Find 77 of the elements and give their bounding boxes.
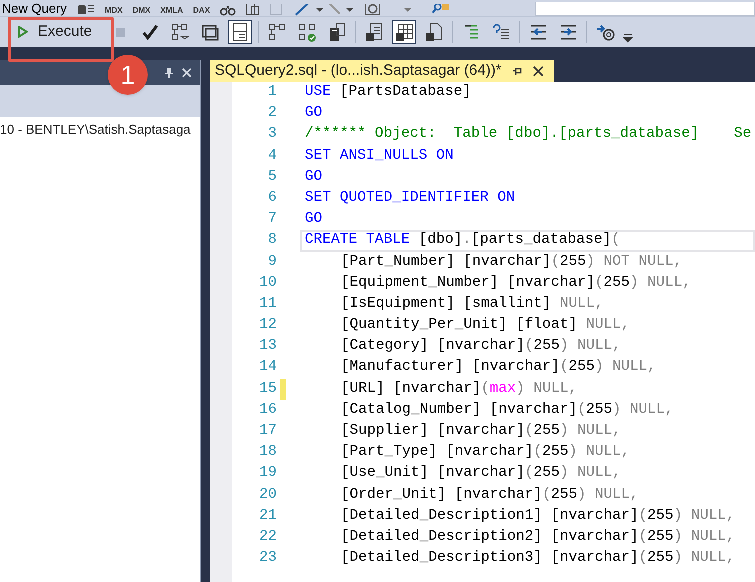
line-number: 14 [258,358,277,378]
query-type-button[interactable]: MDX [105,6,123,15]
query-plan-icon [170,22,190,42]
connection-label: 10 - BENTLEY\Satish.Saptasaga [0,122,191,137]
code-line: [Detailed_Description1] [nvarchar](255) NULL, [340,506,736,526]
code-line: [Catalog_Number] [nvarchar](255) NULL, [340,400,675,420]
line-number: 5 [267,168,277,187]
results-pane-icon [230,22,250,42]
code-line: [Category] [nvarchar](255) NULL, [340,337,622,356]
line-number: 3 [267,125,277,144]
code-line: USE [PartsDatabase] [304,83,472,102]
new-query-button[interactable]: New Query [2,1,68,16]
file-results-icon [424,22,444,42]
checkmark-icon [140,22,160,42]
code-line: [Manufacturer] [nvarchar](255) NULL, [340,358,658,378]
toolbar-button[interactable] [228,20,252,44]
code-line: [Detailed_Description2] [nvarchar](255) NULL, [340,528,736,547]
windows-icon [200,22,220,42]
code-line: GO [304,104,324,124]
code-line: SET ANSI_NULLS ON [304,146,455,166]
query-type-button[interactable]: DAX [193,6,210,15]
code-line: [Supplier] [nvarchar](255) NULL, [340,422,622,441]
line-number: 2 [267,104,277,124]
line-number: 19 [258,464,277,484]
line-number: 1 [267,83,277,102]
code-line: [Order_Unit] [nvarchar](255) NULL, [340,486,640,505]
code-line: [Quantity_Per_Unit] [float] NULL, [340,316,632,336]
toolbar-button[interactable] [392,20,416,44]
code-line: [IsEquipment] [smallint] NULL, [340,294,605,314]
search-icon[interactable] [432,4,450,16]
line-number: 23 [258,549,277,568]
code-line: GO [304,168,324,187]
code-line: [Part_Type] [nvarchar](255) NULL, [340,443,632,462]
outdent-icon [528,22,548,42]
text-results-icon [364,22,384,42]
line-number: 4 [267,146,277,166]
line-number: 6 [267,188,277,208]
line-number: 16 [258,400,277,420]
line-number: 21 [258,506,277,526]
line-number: 10 [258,274,277,293]
pin-icon[interactable] [512,66,523,76]
indent-icon [558,22,578,42]
code-line: GO [304,210,324,230]
comment-lines-icon [492,22,510,42]
line-number: 17 [258,422,277,441]
query-type-button[interactable]: XMLA [160,6,184,15]
code-line: SET QUOTED_IDENTIFIER ON [304,188,516,208]
line-number: 11 [258,294,277,314]
copy-icon[interactable] [246,4,260,16]
line-number: 20 [258,486,277,505]
database-query-icon[interactable] [77,4,96,16]
line-number: 13 [258,337,277,356]
code-line: [URL] [nvarchar](max) NULL, [340,380,578,399]
code-line: [Part_Number] [nvarchar](255) NOT NULL, [340,252,684,272]
line-number: 9 [267,252,277,272]
search-field[interactable] [535,2,755,16]
line-number: 8 [267,231,277,250]
code-line: [Equipment_Number] [nvarchar](255) NULL, [340,274,692,293]
grid-results-icon [394,22,414,42]
play-icon [18,26,28,38]
diagram-icon [268,22,286,42]
arrow-at-icon [596,22,614,42]
code-line: [Detailed_Description3] [nvarchar](255) NULL, [340,549,736,568]
editor-tab[interactable]: SQLQuery2.sql - (lo...ish.Saptasagar (64))* [210,60,554,82]
close-icon[interactable] [532,66,544,76]
code-line: /****** Object: Table [dbo].[parts_database] Se [304,125,753,144]
code-line: [Use_Unit] [nvarchar](255) NULL, [340,464,622,484]
query-type-button[interactable]: DMX [132,6,151,15]
execute-button[interactable]: Execute [10,19,102,45]
line-number: 15 [258,380,277,399]
line-number: 7 [267,210,277,230]
diagram-check-icon [298,22,316,42]
line-number: 22 [258,528,277,547]
pin-icon[interactable] [164,66,174,78]
line-number: 12 [258,316,277,336]
overflow-caret-icon[interactable] [623,33,633,43]
line-number: 18 [258,443,277,462]
